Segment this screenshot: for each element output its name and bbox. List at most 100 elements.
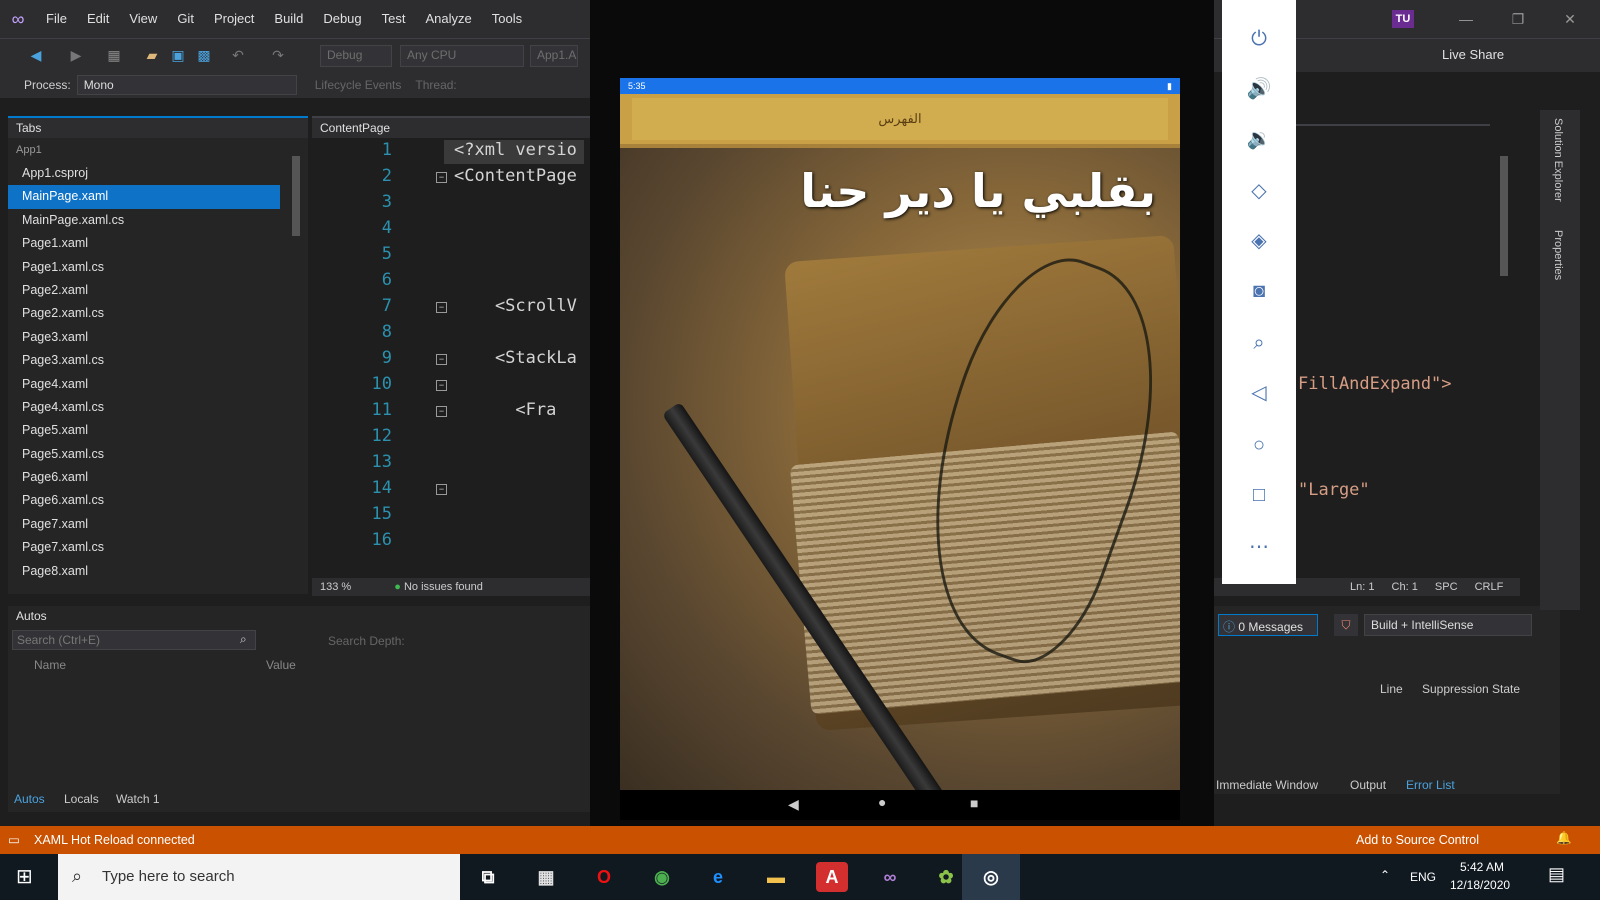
file-item[interactable]: Page5.xaml bbox=[8, 419, 280, 442]
fold-toggle-icon[interactable]: − bbox=[436, 354, 447, 365]
index-button[interactable]: الفهرس bbox=[632, 98, 1168, 140]
right-scrollbar[interactable] bbox=[1500, 156, 1508, 276]
chrome-icon[interactable]: ◉ bbox=[646, 862, 678, 892]
hot-reload-status[interactable]: XAML Hot Reload connected bbox=[34, 833, 195, 847]
calendar-app-icon[interactable]: ▦ bbox=[530, 862, 562, 892]
nav-home-icon[interactable]: ● bbox=[878, 794, 886, 810]
line-number[interactable]: Ln: 1 bbox=[1350, 581, 1374, 593]
tab-immediate-window[interactable]: Immediate Window bbox=[1216, 778, 1318, 792]
autos-search-input[interactable]: Search (Ctrl+E) bbox=[12, 630, 256, 650]
process-dropdown[interactable]: Mono bbox=[76, 75, 297, 95]
edge-icon[interactable]: e bbox=[702, 862, 734, 892]
clock-date[interactable]: 12/18/2020 bbox=[1450, 878, 1510, 892]
nav-recents-icon[interactable]: ■ bbox=[970, 795, 978, 811]
file-item[interactable]: Page4.xaml.cs bbox=[8, 396, 280, 419]
undo-icon[interactable]: ↶ bbox=[228, 45, 248, 65]
line-ending[interactable]: CRLF bbox=[1475, 581, 1504, 593]
menu-analyze[interactable]: Analyze bbox=[415, 0, 481, 38]
tab-autos[interactable]: Autos bbox=[14, 792, 45, 806]
file-explorer-icon[interactable]: ▬ bbox=[760, 862, 792, 892]
taskbar-search-input[interactable]: Type here to search bbox=[58, 854, 460, 900]
tab-watch-1[interactable]: Watch 1 bbox=[116, 792, 160, 806]
file-item[interactable]: Page3.xaml bbox=[8, 326, 280, 349]
zoom-icon[interactable]: ⌕ bbox=[1222, 318, 1296, 368]
volume-down-icon[interactable]: 🔉 bbox=[1222, 114, 1296, 164]
action-center-icon[interactable]: ▤ bbox=[1548, 864, 1565, 885]
tabs-scrollbar[interactable] bbox=[292, 156, 300, 236]
messages-filter[interactable]: ⓘ 0 Messages bbox=[1218, 614, 1318, 636]
acrobat-icon[interactable]: A bbox=[816, 862, 848, 892]
file-item[interactable]: Page5.xaml.cs bbox=[8, 443, 280, 466]
clock-time[interactable]: 5:42 AM bbox=[1460, 860, 1504, 874]
power-icon[interactable]: ⏻ bbox=[1222, 14, 1296, 64]
file-item[interactable]: Page1.xaml bbox=[8, 232, 280, 255]
windows-start-icon[interactable]: ⊞ bbox=[16, 866, 38, 888]
config-dropdown[interactable]: Debug bbox=[320, 45, 392, 67]
fold-toggle-icon[interactable]: − bbox=[436, 406, 447, 417]
indent-mode[interactable]: SPC bbox=[1435, 581, 1458, 593]
home-icon[interactable]: ○ bbox=[1222, 420, 1296, 470]
notifications-icon[interactable]: 🔔 bbox=[1556, 831, 1572, 846]
file-item[interactable]: MainPage.xaml.cs bbox=[8, 209, 280, 232]
file-item[interactable]: MainPage.xaml bbox=[8, 185, 280, 209]
code-editor[interactable]: ContentPage 1 <?xml versio 2 <ContentPage 3 4… bbox=[312, 116, 590, 594]
file-item[interactable]: Page7.xaml bbox=[8, 513, 280, 536]
col-number[interactable]: Ch: 1 bbox=[1392, 581, 1418, 593]
emulator-taskbar-icon[interactable]: ◎ bbox=[962, 854, 1020, 900]
back-nav-icon[interactable]: ◀ bbox=[26, 45, 46, 65]
menu-edit[interactable]: Edit bbox=[77, 0, 119, 38]
fold-toggle-icon[interactable]: − bbox=[436, 172, 447, 183]
tab-locals[interactable]: Locals bbox=[64, 792, 99, 806]
task-view-icon[interactable]: ⧉ bbox=[472, 862, 504, 892]
tab-output[interactable]: Output bbox=[1350, 778, 1386, 792]
nav-back-icon[interactable]: ◀ bbox=[788, 796, 799, 813]
code-editor-tab[interactable]: ContentPage bbox=[312, 116, 590, 138]
file-item[interactable]: Page4.xaml bbox=[8, 373, 280, 396]
col-line[interactable]: Line bbox=[1380, 682, 1403, 696]
menu-git[interactable]: Git bbox=[167, 0, 204, 38]
fold-toggle-icon[interactable]: − bbox=[436, 484, 447, 495]
camera-icon[interactable]: ◙ bbox=[1222, 266, 1296, 316]
menu-file[interactable]: File bbox=[36, 0, 77, 38]
build-filter-dropdown[interactable]: Build + IntelliSense bbox=[1364, 614, 1532, 636]
platform-dropdown[interactable]: Any CPU bbox=[400, 45, 524, 67]
rotate-left-icon[interactable]: ◇ bbox=[1222, 166, 1296, 216]
col-suppression-state[interactable]: Suppression State bbox=[1422, 682, 1520, 696]
back-icon[interactable]: ◁ bbox=[1222, 368, 1296, 418]
language-indicator[interactable]: ENG bbox=[1410, 870, 1436, 884]
visual-studio-icon[interactable]: ∞ bbox=[874, 862, 906, 892]
forward-nav-icon[interactable]: ▶ bbox=[66, 45, 86, 65]
close-icon[interactable]: ✕ bbox=[1552, 6, 1588, 32]
file-item[interactable]: Page6.xaml.cs bbox=[8, 489, 280, 512]
rotate-right-icon[interactable]: ◈ bbox=[1222, 216, 1296, 266]
tab-error-list[interactable]: Error List bbox=[1406, 778, 1455, 792]
menu-build[interactable]: Build bbox=[264, 0, 313, 38]
menu-test[interactable]: Test bbox=[372, 0, 416, 38]
user-avatar[interactable]: TU bbox=[1392, 10, 1414, 28]
redo-icon[interactable]: ↷ bbox=[268, 45, 288, 65]
menu-debug[interactable]: Debug bbox=[313, 0, 371, 38]
lifecycle-events-dropdown[interactable]: Lifecycle Events bbox=[315, 78, 402, 92]
save-all-icon[interactable]: ▩ bbox=[194, 45, 214, 65]
file-item[interactable]: Page7.xaml.cs bbox=[8, 536, 280, 559]
minimize-icon[interactable]: — bbox=[1448, 6, 1484, 32]
maximize-icon[interactable]: ❐ bbox=[1500, 6, 1536, 32]
file-item[interactable]: Page6.xaml bbox=[8, 466, 280, 489]
menu-project[interactable]: Project bbox=[204, 0, 264, 38]
search-icon[interactable]: ⌕ bbox=[240, 632, 247, 647]
fold-toggle-icon[interactable]: − bbox=[436, 302, 447, 313]
volume-up-icon[interactable]: 🔊 bbox=[1222, 64, 1296, 114]
fold-toggle-icon[interactable]: − bbox=[436, 380, 447, 391]
new-project-icon[interactable]: ▦ bbox=[104, 45, 124, 65]
file-item[interactable]: App1.csproj bbox=[8, 162, 280, 185]
open-folder-icon[interactable]: ▰ bbox=[142, 45, 162, 65]
live-share-button[interactable]: Live Share bbox=[1442, 47, 1504, 62]
emulator-screen[interactable]: 5:35 ▮ الفهرس بقلبي يا دير حنا bbox=[620, 78, 1180, 790]
project-dropdown[interactable]: App1.A bbox=[530, 45, 578, 67]
save-icon[interactable]: ▣ bbox=[168, 45, 188, 65]
file-item[interactable]: Page8.xaml bbox=[8, 560, 280, 583]
zoom-level[interactable]: 133 % bbox=[320, 581, 351, 593]
menu-view[interactable]: View bbox=[119, 0, 167, 38]
properties-tab[interactable]: Properties bbox=[1552, 230, 1564, 280]
menu-tools[interactable]: Tools bbox=[482, 0, 532, 38]
